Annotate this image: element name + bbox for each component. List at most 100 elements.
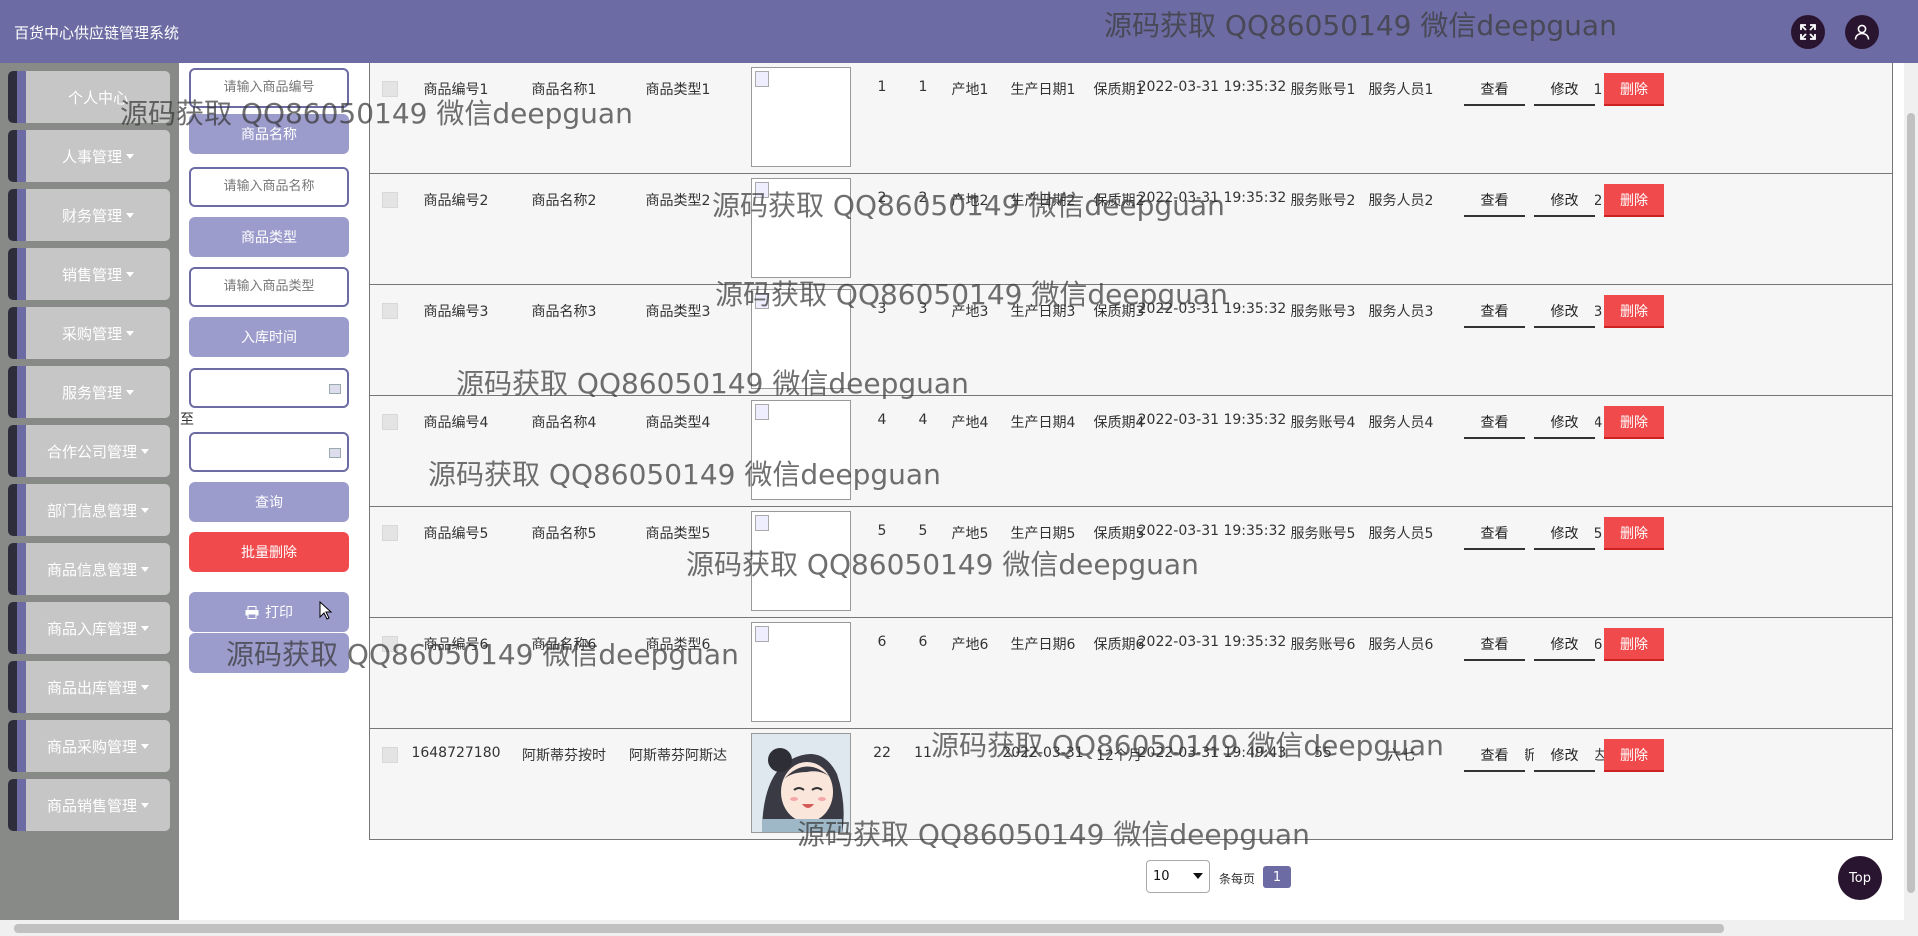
edit-button[interactable]: 修改: [1534, 628, 1595, 661]
delete-button[interactable]: 删除: [1604, 184, 1664, 217]
caret-down-icon: [126, 389, 134, 395]
cell-staff: 服务人员5: [1368, 526, 1434, 542]
caret-down-icon: [141, 448, 149, 454]
cell-code: 商品编号4: [423, 415, 489, 431]
sidebar-item-partner[interactable]: 合作公司管理: [8, 425, 170, 477]
user-icon[interactable]: [1845, 15, 1879, 49]
cell-staff: 服务人员4: [1368, 415, 1434, 431]
row-checkbox[interactable]: [382, 636, 398, 652]
cell-n2: 2: [918, 190, 928, 206]
cell-acct: 服务账号5: [1290, 526, 1356, 542]
sidebar-item-goods-sales[interactable]: 商品销售管理: [8, 779, 170, 831]
extra-button[interactable]: [189, 633, 349, 673]
page-number-current[interactable]: 1: [1263, 866, 1291, 888]
edit-button[interactable]: 修改: [1534, 73, 1595, 106]
sidebar-item-label: 商品销售管理: [46, 796, 137, 815]
cell-date: 生产日期1: [1010, 82, 1076, 98]
edit-button[interactable]: 修改: [1534, 739, 1595, 772]
edit-button[interactable]: 修改: [1534, 295, 1595, 328]
batch-delete-button[interactable]: 批量删除: [189, 532, 349, 572]
view-button[interactable]: 查看: [1464, 628, 1525, 661]
vertical-scrollbar[interactable]: [1904, 63, 1918, 920]
fullscreen-icon[interactable]: [1791, 15, 1825, 49]
cell-date: 生产日期4: [1010, 415, 1076, 431]
cell-code: 商品编号3: [423, 304, 489, 320]
app-title: 百货中心供应链管理系统: [14, 24, 180, 42]
sidebar-item-goods-outbound[interactable]: 商品出库管理: [8, 661, 170, 713]
sidebar-item-label: 销售管理: [61, 265, 122, 284]
goods-image: [751, 67, 851, 167]
cell-date: 生产日期3: [1010, 304, 1076, 320]
row-checkbox[interactable]: [382, 414, 398, 430]
delete-button[interactable]: 删除: [1604, 517, 1664, 550]
cell-time: 2022-03-31 19:35:32: [1137, 301, 1287, 317]
scrollbar-thumb[interactable]: [14, 924, 1724, 933]
sidebar-item-label: 商品入库管理: [46, 619, 137, 638]
cell-type: 商品类型1: [645, 82, 711, 98]
cell-name: 商品名称5: [531, 526, 597, 542]
cell-type: 阿斯蒂芬阿斯达: [629, 748, 727, 764]
delete-button[interactable]: 删除: [1604, 295, 1664, 328]
cell-name: 商品名称4: [531, 415, 597, 431]
sidebar-item-purchase[interactable]: 采购管理: [8, 307, 170, 359]
view-button[interactable]: 查看: [1464, 295, 1525, 328]
cell-n1: 6: [877, 634, 887, 650]
cell-time: 2022-03-31 19:35:32: [1137, 79, 1287, 95]
cell-time: 2022-03-31 19:35:32: [1137, 190, 1287, 206]
sidebar-item-hr[interactable]: 人事管理: [8, 130, 170, 182]
view-button[interactable]: 查看: [1464, 517, 1525, 550]
goods-image: [751, 622, 851, 722]
cell-n2: 5: [918, 523, 928, 539]
page-size-select[interactable]: 10: [1146, 860, 1210, 893]
delete-button[interactable]: 删除: [1604, 73, 1664, 106]
sidebar-item-department[interactable]: 部门信息管理: [8, 484, 170, 536]
delete-button[interactable]: 删除: [1604, 406, 1664, 439]
goods-image: [751, 733, 851, 833]
view-button[interactable]: 查看: [1464, 73, 1525, 106]
cell-origin: 产地4: [951, 415, 989, 431]
cell-staff: 服务人员3: [1368, 304, 1434, 320]
delete-button[interactable]: 删除: [1604, 739, 1664, 772]
cell-n2: 6: [918, 634, 928, 650]
start-date-input[interactable]: [189, 368, 349, 408]
sidebar-item-goods-purchase[interactable]: 商品采购管理: [8, 720, 170, 772]
view-button[interactable]: 查看: [1464, 739, 1525, 772]
row-checkbox[interactable]: [382, 81, 398, 97]
sidebar-item-goods-inbound[interactable]: 商品入库管理: [8, 602, 170, 654]
view-button[interactable]: 查看: [1464, 184, 1525, 217]
edit-button[interactable]: 修改: [1534, 517, 1595, 550]
cell-n2: 3: [918, 301, 928, 317]
goods-name-label: 商品名称: [189, 114, 349, 154]
cell-code: 商品编号2: [423, 193, 489, 209]
view-button[interactable]: 查看: [1464, 406, 1525, 439]
sidebar-item-personal-center[interactable]: 个人中心: [8, 71, 170, 123]
edit-button[interactable]: 修改: [1534, 406, 1595, 439]
row-checkbox[interactable]: [382, 303, 398, 319]
sidebar-item-sales[interactable]: 销售管理: [8, 248, 170, 300]
cell-code: 商品编号6: [423, 637, 489, 653]
row-checkbox[interactable]: [382, 192, 398, 208]
back-to-top-button[interactable]: Top: [1838, 856, 1882, 900]
calendar-icon: [329, 384, 341, 394]
sidebar-item-service[interactable]: 服务管理: [8, 366, 170, 418]
sidebar-item-label: 财务管理: [61, 206, 122, 225]
scrollbar-thumb[interactable]: [1907, 113, 1915, 893]
end-date-input[interactable]: [189, 432, 349, 472]
calendar-icon: [329, 448, 341, 458]
cell-staff: 服务人员1: [1368, 82, 1434, 98]
sidebar-item-goods-info[interactable]: 商品信息管理: [8, 543, 170, 595]
goods-code-input[interactable]: 请输入商品编号: [189, 68, 349, 108]
sidebar-item-finance[interactable]: 财务管理: [8, 189, 170, 241]
row-checkbox[interactable]: [382, 747, 398, 763]
goods-type-input[interactable]: 请输入商品类型: [189, 267, 349, 307]
row-checkbox[interactable]: [382, 525, 398, 541]
query-button[interactable]: 查询: [189, 482, 349, 522]
delete-button[interactable]: 删除: [1604, 628, 1664, 661]
edit-button[interactable]: 修改: [1534, 184, 1595, 217]
sidebar-item-label: 商品信息管理: [46, 560, 137, 579]
horizontal-scrollbar[interactable]: [0, 920, 1918, 936]
cell-n1: 5: [877, 523, 887, 539]
caret-down-icon: [141, 625, 149, 631]
goods-name-input[interactable]: 请输入商品名称: [189, 167, 349, 207]
caret-down-icon: [141, 507, 149, 513]
